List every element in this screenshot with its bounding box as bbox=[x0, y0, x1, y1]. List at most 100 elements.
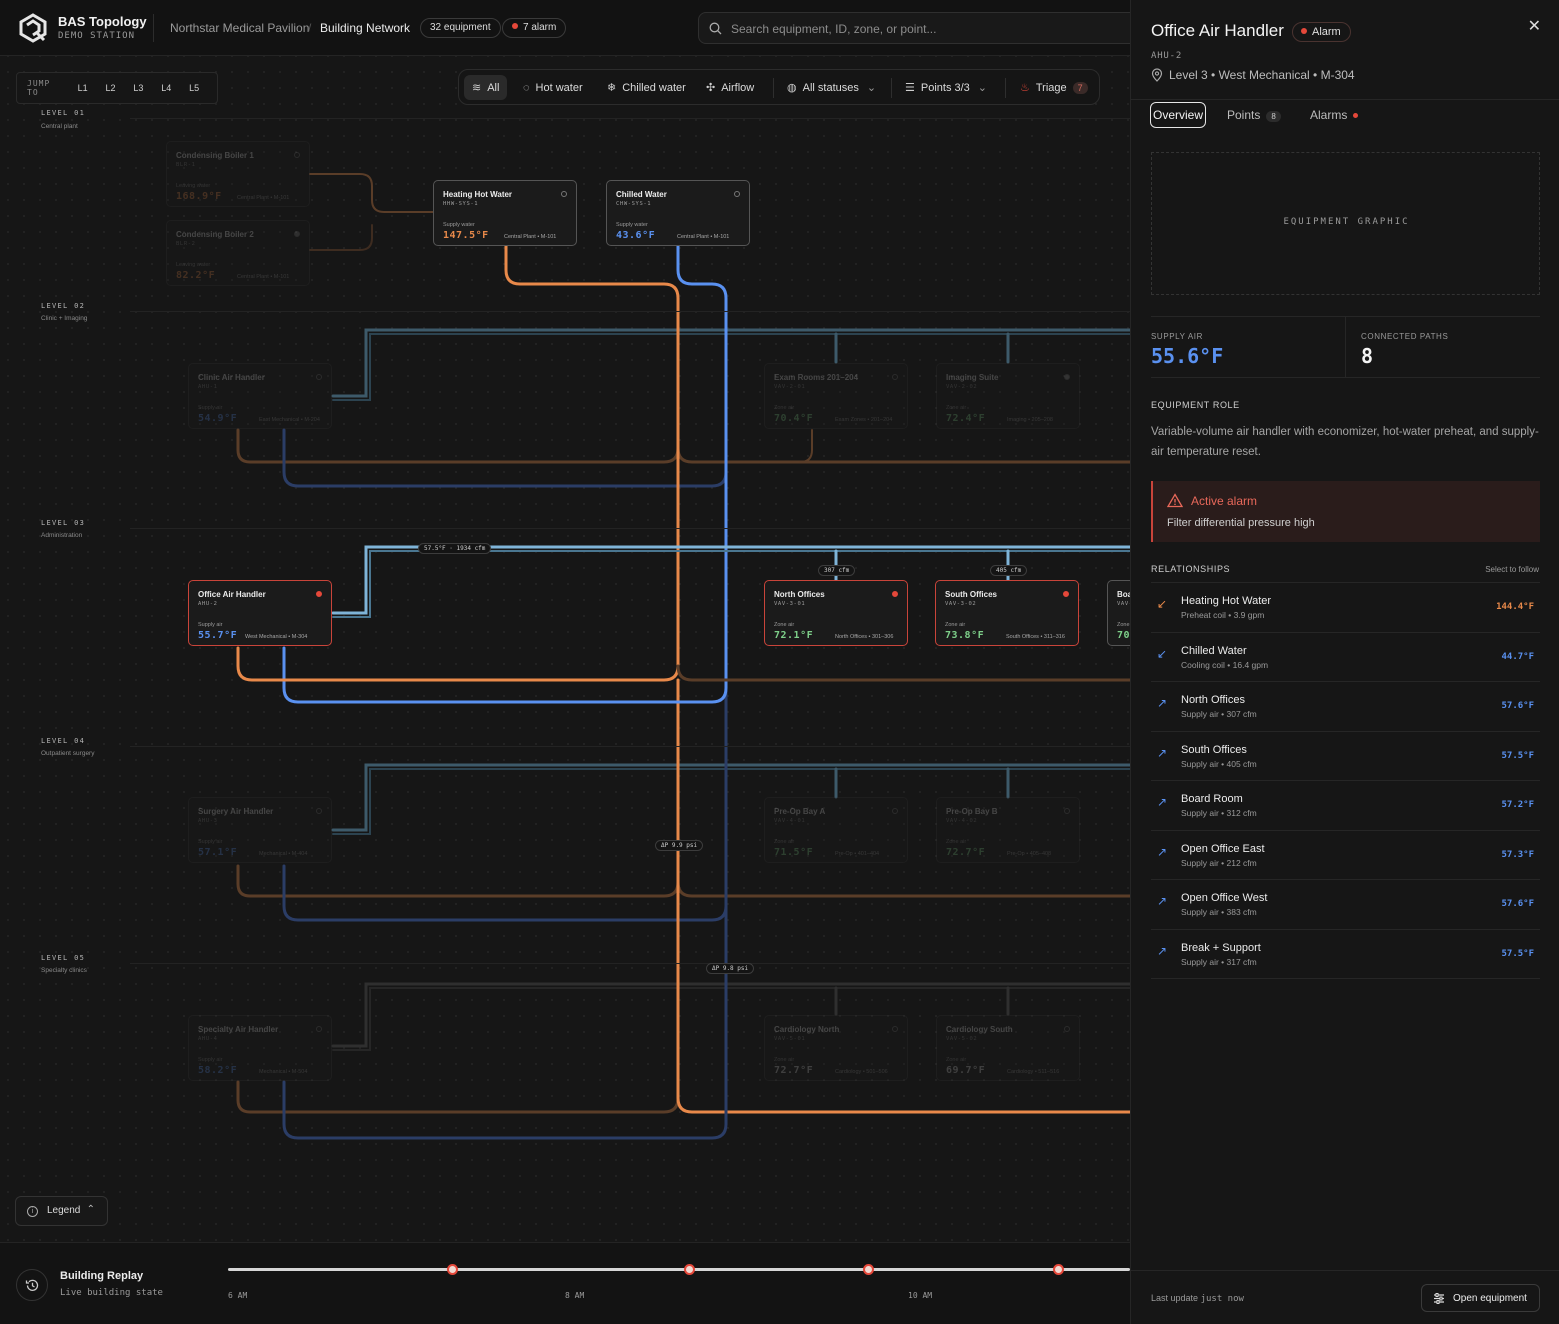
card-id: VAV-2-01 bbox=[774, 384, 806, 390]
equipment-card-imaging-suite[interactable]: Imaging Suite VAV-2-02 Zone air 72.4°F I… bbox=[936, 363, 1080, 429]
timeline-tick: 8 AM bbox=[565, 1291, 585, 1300]
relationship-detail: Cooling coil • 16.4 gpm bbox=[1181, 659, 1269, 670]
tab-points[interactable]: Points 8 bbox=[1225, 102, 1283, 128]
equipment-card-boiler-1[interactable]: Condensing Boiler 1 BLR-1 Leaving water … bbox=[166, 141, 310, 207]
filter-all-button[interactable]: ≋ All bbox=[464, 75, 508, 100]
equipment-card-clinic-air-handler[interactable]: Clinic Air Handler AHU-1 Supply air 54.9… bbox=[188, 363, 332, 429]
status-dot bbox=[892, 374, 898, 380]
card-value: 73.8°F bbox=[945, 630, 985, 641]
equipment-card-pre-op-bay-b[interactable]: Pre-Op Bay B VAV-4-02 Zone air 72.7°F Pr… bbox=[936, 797, 1080, 863]
relationship-row[interactable]: ↗ North Offices Supply air • 307 cfm 57.6°F bbox=[1151, 681, 1540, 730]
tab-alarms[interactable]: Alarms bbox=[1308, 102, 1360, 128]
relationship-row[interactable]: ↙ Heating Hot Water Preheat coil • 3.9 gpm… bbox=[1151, 582, 1540, 631]
level-02-sub: Clinic + Imaging bbox=[41, 315, 88, 322]
level-04-label: LEVEL 04 bbox=[41, 737, 86, 745]
card-point-label: Zone air bbox=[774, 839, 795, 845]
equipment-card-pre-op-bay-a[interactable]: Pre-Op Bay A VAV-4-01 Zone air 71.5°F Pr… bbox=[764, 797, 908, 863]
card-id: CHW-SYS-1 bbox=[616, 201, 652, 207]
arrow-outbound-icon: ↗ bbox=[1157, 696, 1168, 710]
equipment-card-surgery-air-handler[interactable]: Surgery Air Handler AHU-3 Supply air 57.… bbox=[188, 797, 332, 863]
points-filter-dropdown[interactable]: ☰ Points 3/3 ⌄ bbox=[897, 75, 995, 100]
app-title: BAS Topology bbox=[58, 14, 147, 29]
card-name: Chilled Water bbox=[616, 190, 667, 199]
sliders-icon: ☰ bbox=[905, 82, 915, 94]
card-name: Office Air Handler bbox=[198, 590, 266, 599]
jump-level-2[interactable]: L2 bbox=[105, 83, 133, 93]
relationship-row[interactable]: ↗ Board Room Supply air • 312 cfm 57.2°F bbox=[1151, 780, 1540, 829]
jump-level-5[interactable]: L5 bbox=[189, 83, 217, 93]
equipment-card-boiler-2[interactable]: Condensing Boiler 2 BLR-2 Leaving water … bbox=[166, 220, 310, 286]
search-input[interactable] bbox=[731, 19, 1131, 39]
timeline-tick: 6 AM bbox=[228, 1291, 248, 1300]
card-name: Cardiology North bbox=[774, 1025, 840, 1034]
tab-overview[interactable]: Overview bbox=[1150, 102, 1207, 128]
card-point-label: Supply air bbox=[198, 1057, 223, 1063]
timeline-alarm-marker[interactable] bbox=[684, 1264, 695, 1275]
replay-timeline-track[interactable] bbox=[228, 1268, 1130, 1271]
tab-points-label: Points bbox=[1227, 108, 1261, 122]
open-equipment-button[interactable]: Open equipment bbox=[1421, 1284, 1540, 1312]
jump-level-1[interactable]: L1 bbox=[78, 83, 106, 93]
status-dot bbox=[1064, 374, 1070, 380]
equipment-graphic-label: EQUIPMENT GRAPHIC bbox=[1283, 217, 1410, 227]
timeline-alarm-marker[interactable] bbox=[863, 1264, 874, 1275]
status-dot bbox=[294, 231, 300, 237]
card-value: 69.7°F bbox=[946, 1065, 986, 1076]
card-location: Central Plant • M-101 bbox=[504, 234, 557, 240]
triage-button[interactable]: ♨ Triage 7 bbox=[1012, 75, 1096, 100]
card-name: South Offices bbox=[945, 590, 998, 599]
close-icon[interactable]: ✕ bbox=[1528, 16, 1541, 36]
replay-subtitle: Live building state bbox=[60, 1288, 163, 1298]
card-location: East Mechanical • M-204 bbox=[259, 417, 320, 423]
search-box[interactable] bbox=[698, 12, 1138, 44]
relationship-value: 57.3°F bbox=[1501, 849, 1534, 860]
relationship-row[interactable]: ↗ Open Office East Supply air • 212 cfm 57.… bbox=[1151, 829, 1540, 879]
breadcrumb-site[interactable]: Northstar Medical Pavilion bbox=[170, 21, 309, 35]
alarm-count-badge[interactable]: 7 alarm bbox=[502, 18, 567, 38]
relationship-detail: Supply air • 212 cfm bbox=[1181, 857, 1257, 868]
relationship-name: Open Office East bbox=[1181, 842, 1265, 855]
relationship-row[interactable]: ↗ South Offices Supply air • 405 cfm 57.5°F bbox=[1151, 730, 1540, 780]
equipment-card-chilled-water[interactable]: Chilled Water CHW-SYS-1 Supply water 43.… bbox=[606, 180, 750, 246]
timeline-alarm-marker[interactable] bbox=[447, 1264, 458, 1275]
equipment-card-cardiology-south[interactable]: Cardiology South VAV-5-02 Zone air 69.7°… bbox=[936, 1015, 1080, 1081]
equipment-card-south-offices[interactable]: South Offices VAV-3-02 Zone air 73.8°F S… bbox=[935, 580, 1079, 646]
equipment-card-north-offices[interactable]: North Offices VAV-3-01 Zone air 72.1°F N… bbox=[764, 580, 908, 646]
level-04-sub: Outpatient surgery bbox=[41, 750, 95, 757]
equipment-card-exam-rooms[interactable]: Exam Rooms 201–204 VAV-2-01 Zone air 70.… bbox=[764, 363, 908, 429]
filter-hot-water-button[interactable]: ◌ Hot water bbox=[515, 75, 591, 100]
equipment-card-cardiology-north[interactable]: Cardiology North VAV-5-01 Zone air 72.7°… bbox=[764, 1015, 908, 1081]
legend-button[interactable]: i Legend ⌃ bbox=[15, 1196, 108, 1226]
equipment-card-office-air-handler[interactable]: Office Air Handler AHU-2 Supply air 55.7… bbox=[188, 580, 332, 646]
jump-level-4[interactable]: L4 bbox=[161, 83, 189, 93]
jump-level-3[interactable]: L3 bbox=[133, 83, 161, 93]
card-location: Central Plant • M-101 bbox=[237, 195, 290, 201]
relationship-row[interactable]: ↗ Break + Support Supply air • 317 cfm 57.5… bbox=[1151, 928, 1540, 978]
timeline-alarm-marker[interactable] bbox=[1053, 1264, 1064, 1275]
card-point-label: Zone air bbox=[945, 622, 966, 628]
card-value: 57.1°F bbox=[198, 847, 238, 858]
active-alarm-banner[interactable]: Active alarm Filter differential pressur… bbox=[1151, 481, 1540, 542]
history-button[interactable] bbox=[16, 1269, 48, 1301]
toolbar-divider bbox=[1005, 78, 1006, 98]
filter-airflow-button[interactable]: ✣ Airflow bbox=[698, 75, 762, 100]
card-name: Exam Rooms 201–204 bbox=[774, 373, 859, 382]
equipment-card-specialty-air-handler[interactable]: Specialty Air Handler AHU-4 Supply air 5… bbox=[188, 1015, 332, 1081]
status-filter-dropdown[interactable]: ◍ All statuses ⌄ bbox=[779, 75, 884, 100]
alarm-dot bbox=[316, 591, 322, 597]
level-divider bbox=[130, 528, 1130, 529]
equipment-location: Level 3 • West Mechanical • M-304 bbox=[1169, 68, 1355, 82]
card-name: Pre-Op Bay A bbox=[774, 807, 826, 816]
chevron-down-icon: ⌄ bbox=[866, 82, 877, 94]
arrow-outbound-icon: ↗ bbox=[1157, 894, 1168, 908]
building-replay-bar: Building Replay Live building state 6 AM… bbox=[0, 1242, 1130, 1324]
filter-chilled-water-button[interactable]: ❄ Chilled water bbox=[599, 75, 694, 100]
card-id: VAV-5-02 bbox=[946, 1036, 978, 1042]
card-id: VAV-4-02 bbox=[946, 818, 978, 824]
equipment-card-heating-hot-water[interactable]: Heating Hot Water HHW-SYS-1 Supply water… bbox=[433, 180, 577, 246]
relationship-row[interactable]: ↙ Chilled Water Cooling coil • 16.4 gpm 44.… bbox=[1151, 631, 1540, 681]
jump-to-label: JUMP TO bbox=[27, 79, 51, 97]
equipment-role-text: Variable-volume air handler with economi… bbox=[1151, 426, 1539, 458]
relationship-row[interactable]: ↗ Open Office West Supply air • 383 cfm 57.… bbox=[1151, 879, 1540, 928]
card-point-label: Zone air bbox=[774, 405, 795, 411]
